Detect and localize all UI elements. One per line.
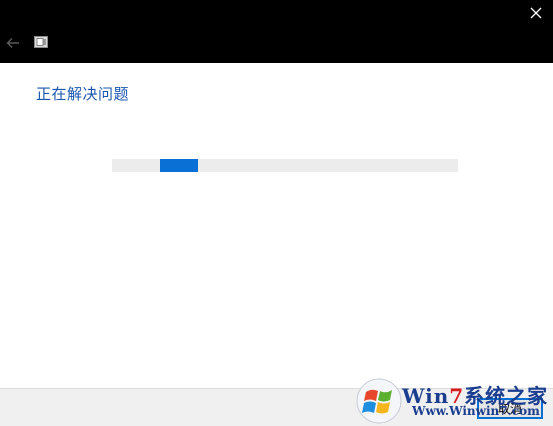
back-arrow-icon — [6, 38, 19, 48]
close-button[interactable] — [519, 0, 553, 26]
progress-bar — [112, 159, 458, 172]
troubleshooter-window: 正在解决问题 取消 Win7系统之家 Www.Winwin7.com — [0, 0, 553, 426]
troubleshooter-icon — [34, 36, 48, 48]
back-button[interactable] — [3, 34, 23, 52]
progress-indicator — [160, 159, 199, 172]
windows-logo-icon — [356, 378, 402, 424]
title-bar — [0, 0, 553, 63]
close-icon — [530, 7, 542, 19]
watermark-logo: Win7系统之家 Www.Winwin7.com — [354, 376, 553, 426]
watermark-url: Www.Winwin7.com — [412, 404, 540, 418]
page-title: 正在解决问题 — [36, 85, 130, 103]
